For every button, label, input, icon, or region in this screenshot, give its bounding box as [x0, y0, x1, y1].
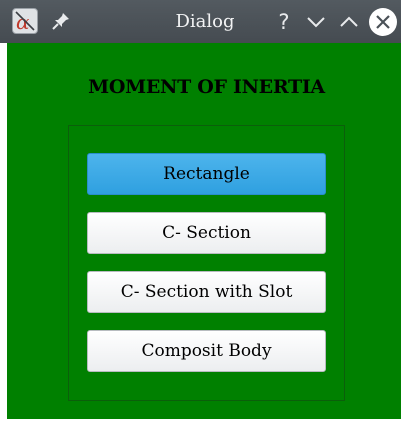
help-icon[interactable]: ?: [272, 9, 296, 35]
app-icon[interactable]: α: [12, 8, 38, 34]
dialog-window: α Dialog ? MOMENT OF INERTIA Rectangle C…: [0, 0, 401, 421]
rectangle-button[interactable]: Rectangle: [87, 153, 326, 195]
page-title: MOMENT OF INERTIA: [88, 76, 325, 98]
c-section-button[interactable]: C- Section: [87, 212, 326, 254]
window-title: Dialog: [175, 11, 235, 32]
close-icon[interactable]: [369, 8, 397, 36]
pin-icon[interactable]: [50, 10, 72, 32]
title-bar[interactable]: α Dialog ?: [0, 0, 401, 43]
dialog-content: MOMENT OF INERTIA Rectangle C- Section C…: [7, 43, 401, 419]
chevron-up-icon[interactable]: [337, 9, 361, 35]
composit-body-button[interactable]: Composit Body: [87, 330, 326, 372]
chevron-down-icon[interactable]: [304, 9, 328, 35]
c-section-with-slot-button[interactable]: C- Section with Slot: [87, 271, 326, 313]
